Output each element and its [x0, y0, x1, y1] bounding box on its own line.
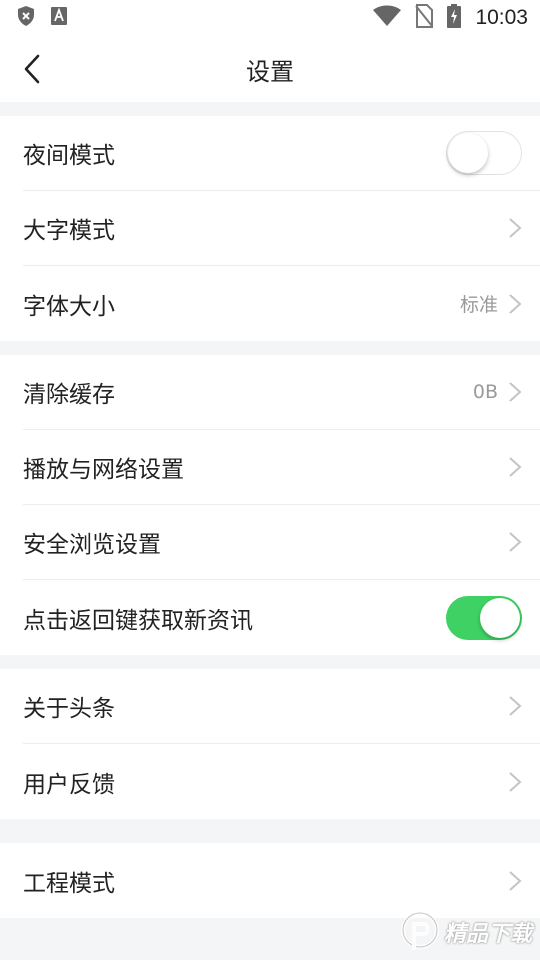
row-safe-browsing[interactable]: 安全浏览设置	[23, 505, 540, 580]
status-left	[16, 5, 68, 31]
row-label: 大字模式	[23, 218, 115, 244]
row-playback-network[interactable]: 播放与网络设置	[23, 430, 540, 505]
chevron-right-icon	[509, 218, 522, 238]
chevron-left-icon	[24, 54, 40, 84]
chevron-right-icon	[509, 382, 522, 402]
row-value: 标准	[459, 294, 498, 316]
chevron-right-icon	[509, 457, 522, 477]
settings-group-general: 清除缓存 0B 播放与网络设置 安全浏览设置 点击返回键获取新资讯	[0, 355, 540, 655]
row-value: 0B	[472, 381, 498, 403]
no-sim-icon	[415, 4, 434, 32]
a-notification-icon	[50, 6, 68, 30]
shield-x-icon	[16, 5, 36, 31]
row-label: 点击返回键获取新资讯	[23, 607, 253, 634]
status-bar: 10:03	[0, 0, 540, 36]
section-gap	[0, 341, 540, 355]
row-night-mode[interactable]: 夜间模式	[23, 116, 540, 191]
section-gap	[0, 819, 540, 843]
settings-group-about: 关于头条 用户反馈	[0, 669, 540, 819]
wifi-icon	[373, 5, 402, 31]
watermark-logo-icon	[400, 911, 439, 950]
toggle-knob	[448, 133, 488, 173]
settings-group-display: 夜间模式 大字模式 字体大小 标准	[0, 116, 540, 341]
back-key-refresh-toggle[interactable]	[446, 595, 522, 640]
row-font-size[interactable]: 字体大小 标准	[23, 266, 540, 341]
row-label: 播放与网络设置	[23, 457, 184, 483]
row-label: 夜间模式	[23, 143, 115, 169]
header: 设置	[0, 36, 540, 102]
status-time: 10:03	[475, 6, 528, 29]
row-about[interactable]: 关于头条	[23, 669, 540, 744]
watermark-text: 精品下载	[443, 922, 532, 947]
row-label: 用户反馈	[23, 771, 115, 798]
row-label: 关于头条	[23, 696, 115, 722]
back-button[interactable]	[18, 53, 50, 85]
row-label: 字体大小	[23, 293, 115, 320]
chevron-right-icon	[509, 696, 522, 716]
chevron-right-icon	[509, 771, 522, 792]
chevron-right-icon	[509, 870, 522, 891]
section-gap	[0, 102, 540, 116]
status-right: 10:03	[373, 4, 528, 32]
section-gap	[0, 655, 540, 669]
row-large-text-mode[interactable]: 大字模式	[23, 191, 540, 266]
settings-group-engineering: 工程模式	[0, 843, 540, 918]
chevron-right-icon	[509, 532, 522, 552]
chevron-right-icon	[509, 293, 522, 314]
toggle-knob	[480, 597, 520, 638]
page-title: 设置	[246, 57, 294, 86]
row-back-key-refresh[interactable]: 点击返回键获取新资讯	[23, 580, 540, 655]
row-label: 清除缓存	[23, 382, 115, 408]
row-label: 安全浏览设置	[23, 532, 161, 558]
battery-charging-icon	[447, 4, 462, 32]
row-clear-cache[interactable]: 清除缓存 0B	[23, 355, 540, 430]
row-engineering-mode[interactable]: 工程模式	[23, 843, 540, 918]
row-feedback[interactable]: 用户反馈	[23, 744, 540, 819]
watermark: 精品下载	[400, 910, 532, 954]
night-mode-toggle[interactable]	[446, 131, 522, 175]
row-label: 工程模式	[23, 870, 115, 897]
